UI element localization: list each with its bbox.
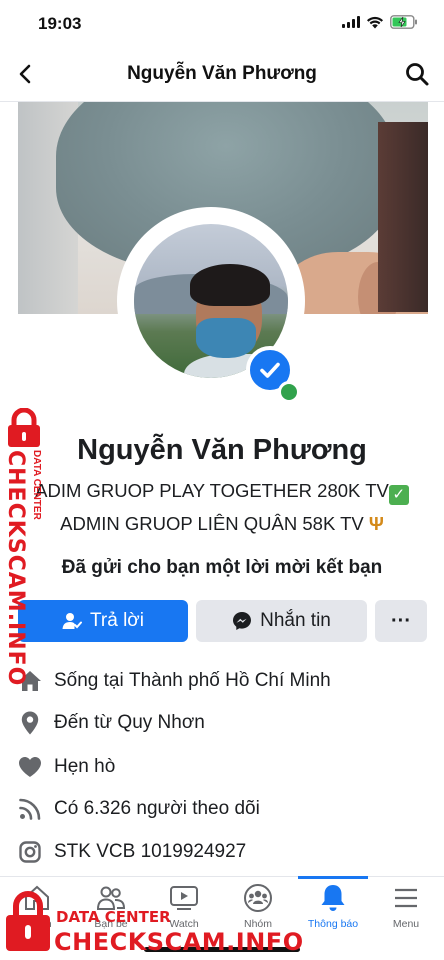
active-tab-indicator xyxy=(298,876,368,879)
watermark-bottom-big: CHECKSCAM.INFO xyxy=(54,928,304,956)
rss-icon xyxy=(18,797,42,821)
heart-icon xyxy=(18,755,42,779)
groups-icon xyxy=(223,883,293,913)
more-options-label: ··· xyxy=(391,609,411,632)
padlock-icon xyxy=(6,891,50,951)
padlock-icon xyxy=(8,408,40,447)
detail-dating-value: Hẹn hò xyxy=(54,756,116,777)
detail-from-value[interactable]: Quy Nhơn xyxy=(117,712,204,734)
detail-dating[interactable]: Hẹn hò xyxy=(18,752,115,782)
bio-line-2: ADMIN GRUOP LIÊN QUÂN 58K TV Ψ xyxy=(0,513,444,535)
wifi-icon xyxy=(367,16,383,28)
reply-button-label: Trả lời xyxy=(90,610,144,631)
friend-request-text: Đã gửi cho bạn một lời mời kết bạn xyxy=(61,557,383,578)
detail-from-prefix: Đến từ xyxy=(54,712,118,733)
detail-instagram-value: STK VCB 1019924927 xyxy=(54,841,247,862)
nav-title: Nguyễn Văn Phương xyxy=(127,63,317,84)
more-options-button[interactable]: ··· xyxy=(375,600,427,642)
detail-lives-in-prefix: Sống tại xyxy=(54,670,129,691)
watermark-side-text: CHECKSCAM.INFO xyxy=(3,450,28,687)
location-pin-icon xyxy=(18,711,42,735)
bio-line-2-text: ADMIN GRUOP LIÊN QUÂN 58K TV xyxy=(60,513,364,534)
bio-line-1-text: ADIM GRUOP PLAY TOGETHER 280K TV xyxy=(35,480,389,501)
watermark-bottom-small: DATA CENTER xyxy=(56,908,171,926)
detail-from: Đến từ Quy Nhơn xyxy=(18,708,205,738)
message-button-label: Nhắn tin xyxy=(260,610,331,631)
cellular-signal-icon xyxy=(342,16,360,28)
detail-instagram[interactable]: STK VCB 1019924927 xyxy=(18,837,246,867)
messenger-icon xyxy=(233,612,252,630)
online-status-dot xyxy=(278,381,300,403)
bell-icon xyxy=(298,883,368,913)
tab-menu[interactable]: Menu xyxy=(371,883,441,930)
tab-groups[interactable]: Nhóm xyxy=(223,883,293,930)
detail-lives-in: Sống tại Thành phố Hồ Chí Minh xyxy=(18,666,331,696)
menu-icon xyxy=(371,883,441,913)
trident-emoji-icon: Ψ xyxy=(368,513,384,534)
detail-followers[interactable]: Có 6.326 người theo dõi xyxy=(18,794,260,824)
tab-notifications[interactable]: Thông báo xyxy=(298,883,368,930)
person-check-icon xyxy=(62,613,82,629)
check-mark-emoji-icon: ✓ xyxy=(388,485,409,505)
status-time: 19:03 xyxy=(38,14,82,33)
profile-name: Nguyễn Văn Phương xyxy=(77,434,367,466)
tab-menu-label: Menu xyxy=(392,918,420,930)
message-button[interactable]: Nhắn tin xyxy=(196,600,367,642)
watermark-side: CHECKSCAM.INFO DATA CENTER xyxy=(0,408,46,687)
status-bar: 19:03 xyxy=(0,0,444,48)
detail-followers-value: Có 6.326 người theo dõi xyxy=(54,798,260,819)
nav-bar: Nguyễn Văn Phương xyxy=(0,48,444,102)
watermark-side-small: DATA CENTER xyxy=(31,450,42,520)
status-icons xyxy=(342,15,418,29)
detail-lives-in-value[interactable]: Thành phố Hồ Chí Minh xyxy=(129,670,331,692)
search-icon[interactable] xyxy=(404,61,430,87)
bio-line-1: ADIM GRUOP PLAY TOGETHER 280K TV ✓ xyxy=(0,480,444,505)
battery-charging-icon xyxy=(390,15,417,29)
instagram-icon xyxy=(18,840,42,864)
tab-notifications-label: Thông báo xyxy=(307,918,359,930)
